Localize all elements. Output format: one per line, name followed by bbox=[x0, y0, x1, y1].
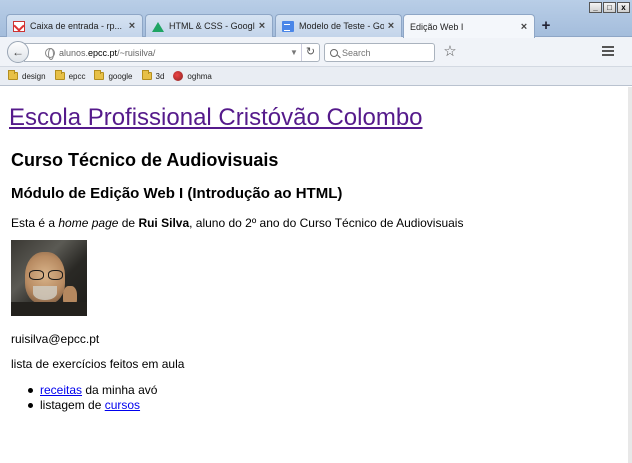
globe-icon bbox=[45, 47, 55, 60]
photo-shirt bbox=[11, 302, 87, 316]
new-tab-icon[interactable]: + bbox=[537, 18, 555, 34]
tab-label: Caixa de entrada - rp... bbox=[30, 21, 123, 31]
receitas-link[interactable]: receitas bbox=[40, 383, 82, 397]
docs-icon bbox=[282, 20, 294, 32]
search-bar[interactable] bbox=[324, 43, 435, 62]
photo-glasses bbox=[29, 270, 63, 280]
url-dropdown-icon[interactable]: ▼ bbox=[287, 48, 301, 57]
intro-paragraph: Esta é a home page de Rui Silva, aluno d… bbox=[11, 216, 617, 230]
page-content: Escola Profissional Cristóvão Colombo Cu… bbox=[0, 87, 628, 463]
course-heading: Curso Técnico de Audiovisuais bbox=[11, 150, 279, 170]
folder-icon bbox=[141, 70, 152, 80]
close-icon[interactable]: × bbox=[384, 20, 398, 32]
folder-icon bbox=[54, 70, 65, 80]
bookmark-3d[interactable]: 3d bbox=[141, 70, 165, 81]
tab-strip: Caixa de entrada - rp... × HTML & CSS - … bbox=[0, 0, 632, 38]
url-path: /~ruisilva/ bbox=[117, 47, 156, 58]
close-icon[interactable]: × bbox=[255, 20, 269, 32]
close-icon[interactable]: × bbox=[517, 21, 531, 33]
tab-label: HTML & CSS - Google ... bbox=[169, 21, 255, 31]
url-text[interactable]: alunos.epcc.pt/~ruisilva/ bbox=[59, 48, 287, 58]
bookmark-design[interactable]: design bbox=[8, 70, 46, 81]
intro-italic: home page bbox=[58, 216, 119, 230]
tab-html-css[interactable]: HTML & CSS - Google ... × bbox=[145, 14, 273, 37]
profile-photo bbox=[11, 240, 87, 316]
url-prefix: alunos. bbox=[59, 47, 89, 58]
bookmark-label: epcc bbox=[68, 71, 86, 81]
url-host: epcc.pt bbox=[88, 47, 118, 58]
bookmark-epcc[interactable]: epcc bbox=[54, 70, 86, 81]
list-item: listagem de cursos bbox=[28, 398, 617, 413]
folder-icon bbox=[8, 70, 18, 80]
restore-button[interactable]: □ bbox=[603, 2, 616, 13]
back-button[interactable]: ← bbox=[7, 41, 29, 63]
window-controls: _ □ x bbox=[589, 2, 630, 13]
intro-text: Esta é a bbox=[11, 216, 59, 230]
vertical-scrollbar[interactable] bbox=[628, 87, 632, 463]
close-icon[interactable]: × bbox=[125, 20, 139, 32]
cursos-link[interactable]: cursos bbox=[105, 398, 140, 412]
bookmark-label: 3d bbox=[155, 71, 165, 81]
bookmark-label: design bbox=[22, 71, 46, 81]
author-name: Rui Silva bbox=[138, 216, 190, 230]
tab-modelo-teste[interactable]: Modelo de Teste - Go... × bbox=[275, 14, 402, 37]
bookmark-oghma[interactable]: oghma bbox=[173, 71, 212, 81]
folder-icon bbox=[94, 70, 105, 80]
tab-label: Modelo de Teste - Go... bbox=[299, 21, 384, 31]
navigation-bar: ← alunos.epcc.pt/~ruisilva/ ▼ ↻ ☆ bbox=[0, 37, 632, 67]
bookmarks-bar: design epcc google 3d oghma bbox=[0, 67, 632, 86]
intro-text: , aluno do 2º ano do Curso Técnico de Au… bbox=[189, 216, 464, 230]
tab-edicao-web[interactable]: Edição Web I × bbox=[403, 14, 535, 38]
bookmark-star-icon[interactable]: ☆ bbox=[441, 44, 459, 61]
minimize-button[interactable]: _ bbox=[589, 2, 602, 13]
drive-icon bbox=[152, 21, 164, 32]
reload-icon[interactable]: ↻ bbox=[301, 44, 319, 61]
oghma-icon bbox=[173, 71, 184, 81]
menu-icon[interactable] bbox=[602, 46, 614, 56]
list-item: receitas da minha avó bbox=[28, 383, 617, 398]
module-heading: Módulo de Edição Web I (Introdução ao HT… bbox=[11, 185, 343, 202]
tab-label: Edição Web I bbox=[410, 21, 464, 32]
exercise-list-title: lista de exercícios feitos em aula bbox=[11, 357, 185, 371]
list-item-text: da minha avó bbox=[82, 383, 158, 397]
page-title-link[interactable]: Escola Profissional Cristóvão Colombo bbox=[9, 104, 617, 132]
search-icon bbox=[330, 48, 338, 57]
bookmark-google[interactable]: google bbox=[94, 70, 133, 81]
back-arrow-icon: ← bbox=[12, 45, 24, 59]
list-item-text: listagem de bbox=[40, 398, 105, 412]
email-text: ruisilva@epcc.pt bbox=[11, 332, 100, 346]
search-input[interactable] bbox=[342, 47, 432, 58]
exercise-list: receitas da minha avó listagem de cursos bbox=[11, 383, 617, 413]
url-bar[interactable]: alunos.epcc.pt/~ruisilva/ ▼ ↻ bbox=[24, 43, 320, 62]
photo-beard bbox=[33, 286, 57, 300]
close-window-button[interactable]: x bbox=[617, 2, 630, 13]
intro-text: de bbox=[118, 216, 139, 230]
tab-gmail[interactable]: Caixa de entrada - rp... × bbox=[6, 14, 143, 37]
bookmark-label: google bbox=[108, 71, 133, 81]
gmail-icon bbox=[13, 20, 25, 32]
bookmark-label: oghma bbox=[187, 71, 212, 81]
